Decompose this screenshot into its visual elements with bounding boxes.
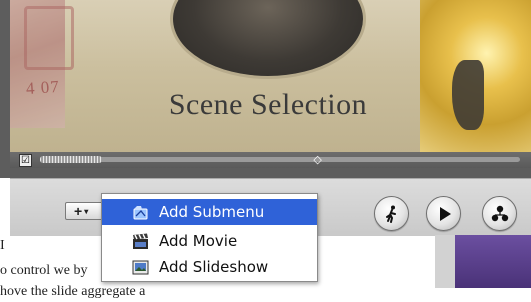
scene-photo-drop-zone[interactable]	[173, 0, 363, 76]
menu-item-add-submenu[interactable]: Add Submenu	[102, 199, 317, 225]
menu-item-add-slideshow[interactable]: Add Slideshow	[102, 254, 317, 280]
scrubber-track[interactable]	[40, 157, 520, 162]
motion-button[interactable]	[374, 196, 409, 231]
document-line: I	[0, 238, 5, 253]
slideshow-icon	[132, 260, 149, 274]
window-bezel	[0, 0, 10, 178]
menu-item-label: Add Submenu	[159, 203, 265, 221]
sidebar-thumbnail	[455, 235, 531, 288]
document-line: hove the slide aggregate a	[0, 284, 146, 299]
scrubber-loaded-region	[40, 156, 103, 163]
submenu-icon	[133, 205, 148, 219]
play-icon	[439, 206, 451, 221]
postmark-background	[10, 0, 74, 128]
postmark-frame	[24, 6, 74, 70]
motion-checkbox[interactable]: ☑	[19, 154, 32, 167]
add-dropdown-menu: Add Submenu Add Movie Add Slideshow	[101, 193, 318, 282]
chevron-down-icon: ▾	[84, 207, 89, 217]
scene-title[interactable]: Scene Selection	[143, 88, 393, 122]
add-button-label: +	[74, 203, 83, 219]
menu-item-label: Add Movie	[159, 232, 238, 250]
scrubber-playhead[interactable]: ◇	[313, 153, 321, 167]
movie-icon	[133, 233, 148, 249]
decorative-figure	[452, 60, 484, 130]
document-line: o control we by	[0, 263, 88, 278]
add-button[interactable]: + ▾	[65, 202, 105, 220]
map-icon	[491, 205, 508, 221]
menu-item-label: Add Slideshow	[159, 258, 269, 276]
bezel-bottom	[10, 168, 531, 178]
play-button[interactable]	[426, 196, 461, 231]
map-button[interactable]	[482, 196, 517, 231]
motion-scrubber: ☑ ◇	[10, 152, 531, 168]
menu-item-add-movie[interactable]: Add Movie	[102, 228, 317, 254]
postmark-text: 4 07	[25, 76, 61, 99]
walking-person-icon	[385, 205, 396, 223]
dvd-menu-preview: 4 07 Scene Selection	[0, 0, 531, 152]
